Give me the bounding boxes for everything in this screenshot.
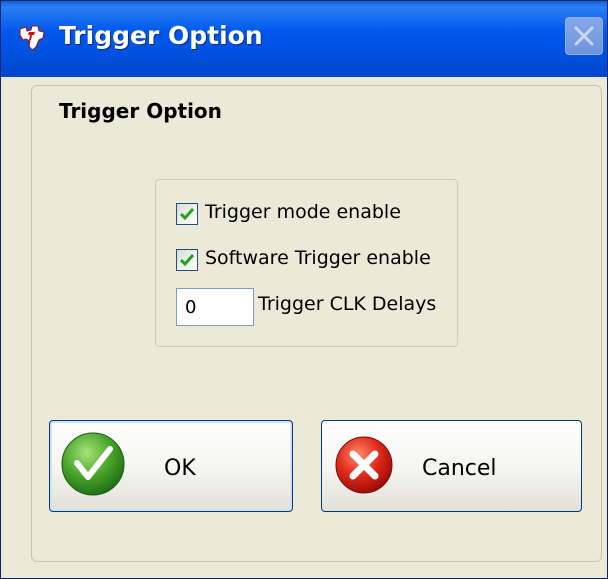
trigger-option-dialog: Trigger Option Trigger Option Trigger mo… (0, 0, 608, 579)
software-trigger-label[interactable]: Software Trigger enable (205, 247, 431, 269)
clk-delays-input[interactable] (176, 288, 254, 326)
green-check-icon (61, 432, 125, 496)
close-icon (574, 26, 594, 46)
cancel-button[interactable]: Cancel (321, 420, 582, 512)
window-title: Trigger Option (59, 21, 263, 50)
ok-label: OK (164, 456, 196, 481)
red-x-icon (335, 436, 393, 494)
group-title: Trigger Option (59, 99, 222, 123)
checkmark-icon (179, 254, 195, 267)
ok-button[interactable]: OK (49, 420, 293, 512)
checkmark-icon (179, 208, 195, 221)
close-button[interactable] (565, 17, 603, 55)
trigger-mode-checkbox[interactable] (176, 203, 198, 225)
clk-delays-label: Trigger CLK Delays (258, 293, 437, 315)
software-trigger-checkbox[interactable] (176, 249, 198, 271)
trigger-mode-label[interactable]: Trigger mode enable (205, 201, 401, 223)
texas-instruments-logo-icon (17, 23, 47, 53)
title-bar[interactable]: Trigger Option (1, 1, 607, 77)
cancel-label: Cancel (422, 456, 497, 481)
